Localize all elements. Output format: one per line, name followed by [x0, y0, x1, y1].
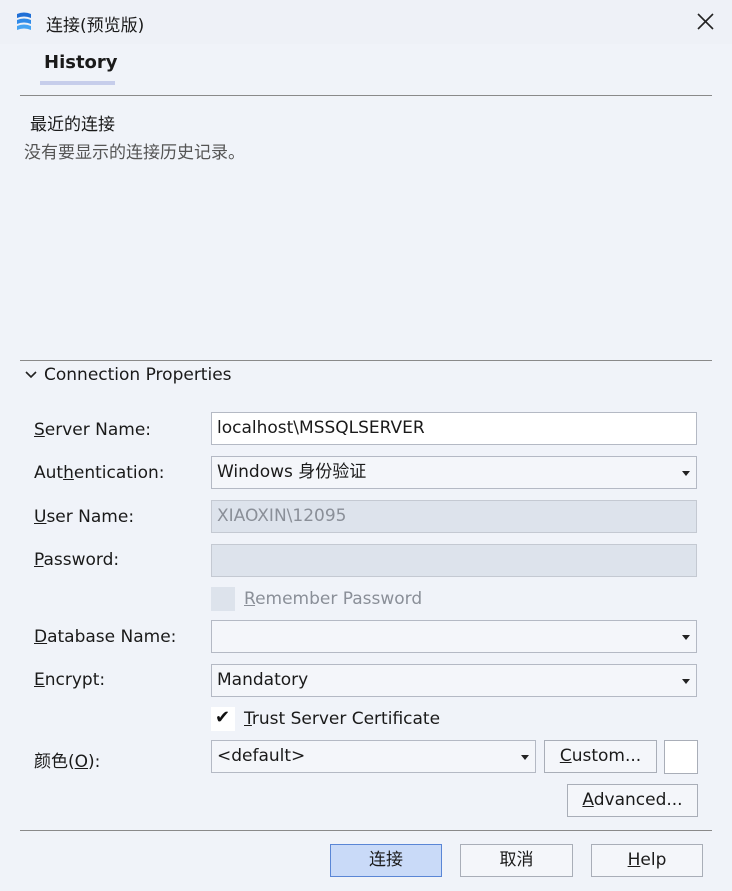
connection-properties-header[interactable]: Connection Properties: [24, 365, 232, 385]
dropdown-caret-icon: [682, 679, 690, 684]
color-value: <default>: [217, 746, 306, 766]
chevron-down-icon: [25, 371, 37, 379]
password-input: [211, 544, 697, 577]
database-name-label: Database Name:: [34, 627, 177, 647]
tab-history[interactable]: History: [40, 52, 122, 73]
password-label: Password:: [34, 550, 120, 570]
dropdown-caret-icon: [682, 471, 690, 476]
user-name-label: User Name:: [34, 507, 135, 527]
color-swatch[interactable]: [664, 740, 698, 774]
authentication-select[interactable]: Windows 身份验证: [211, 456, 697, 489]
close-button[interactable]: [686, 4, 726, 40]
encrypt-label: Encrypt:: [34, 670, 106, 690]
server-name-label: Server Name:: [34, 420, 152, 440]
encrypt-value: Mandatory: [217, 670, 309, 690]
dropdown-caret-icon: [521, 755, 529, 760]
history-empty-message: 没有要显示的连接历史记录。: [24, 143, 245, 163]
azure-data-studio-icon: [17, 12, 31, 30]
user-name-input: XIAOXIN\12095: [211, 500, 697, 533]
database-name-select[interactable]: [211, 620, 697, 653]
color-label: 颜色(O):: [34, 752, 101, 772]
trust-server-certificate-label: Trust Server Certificate: [244, 709, 441, 729]
advanced-button[interactable]: Advanced...: [567, 784, 698, 817]
divider: [20, 360, 712, 361]
custom-color-button[interactable]: Custom...: [544, 740, 657, 773]
dropdown-caret-icon: [682, 635, 690, 640]
encrypt-select[interactable]: Mandatory: [211, 664, 697, 697]
window-title: 连接(预览版): [46, 16, 145, 36]
cancel-button[interactable]: 取消: [460, 844, 573, 877]
connect-button[interactable]: 连接: [330, 844, 442, 877]
color-select[interactable]: <default>: [211, 740, 536, 773]
server-name-input[interactable]: localhost\MSSQLSERVER: [211, 412, 697, 445]
remember-password-label: Remember Password: [244, 589, 423, 609]
divider: [20, 830, 712, 831]
authentication-label: Authentication:: [34, 463, 165, 483]
title-bar: 连接(预览版): [0, 0, 732, 44]
authentication-value: Windows 身份验证: [217, 462, 367, 482]
help-button[interactable]: Help: [591, 844, 703, 877]
divider: [20, 95, 712, 96]
section-title: Connection Properties: [44, 365, 232, 385]
tab-active-indicator: [40, 81, 115, 85]
remember-password-checkbox: [211, 587, 235, 611]
recent-connections-title: 最近的连接: [30, 115, 115, 135]
close-icon: [697, 13, 714, 30]
checkmark-icon: ✔: [215, 707, 231, 728]
trust-server-certificate-checkbox[interactable]: ✔: [211, 707, 235, 731]
